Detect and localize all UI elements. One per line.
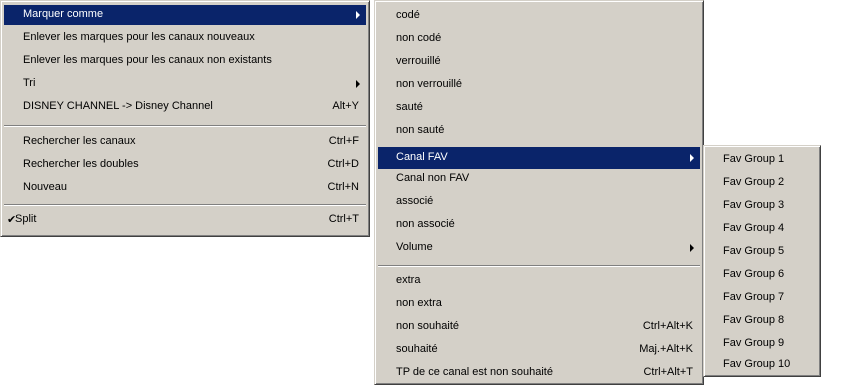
menu-item-label: Fav Group 8 xyxy=(723,314,785,326)
menu-item-fav-group-8[interactable]: Fav Group 8 xyxy=(707,311,817,331)
menu-item-shortcut: Ctrl+D xyxy=(327,158,359,170)
menu-item-enlever-marques-non-existants[interactable]: Enlever les marques pour les canaux non … xyxy=(4,51,366,71)
menu-item-label: Fav Group 6 xyxy=(723,268,785,280)
menu-item-verrouille[interactable]: verrouillé xyxy=(378,52,700,72)
menu-item-label: codé xyxy=(396,9,420,21)
menu-item-code[interactable]: codé xyxy=(378,6,700,26)
menu-item-fav-group-10[interactable]: Fav Group 10 xyxy=(707,355,817,375)
menu-item-label: Fav Group 4 xyxy=(723,222,785,234)
menu-item-label: DISNEY CHANNEL -> Disney Channel xyxy=(23,100,213,112)
menu-item-fav-group-6[interactable]: Fav Group 6 xyxy=(707,265,817,285)
menu-item-label: non associé xyxy=(396,218,455,230)
menu-item-disney-channel[interactable]: DISNEY CHANNEL -> Disney Channel Alt+Y xyxy=(4,97,366,117)
menu-item-shortcut: Ctrl+Alt+K xyxy=(642,320,693,332)
menu-item-label: Canal FAV xyxy=(396,151,448,163)
menu-item-non-extra[interactable]: non extra xyxy=(378,294,700,314)
menu-item-enlever-marques-nouveaux[interactable]: Enlever les marques pour les canaux nouv… xyxy=(4,28,366,48)
menu-item-souhaite[interactable]: souhaité Maj.+Alt+K xyxy=(378,340,700,360)
submenu-canal-fav: Fav Group 1 Fav Group 2 Fav Group 3 Fav … xyxy=(703,145,821,377)
submenu-arrow-icon xyxy=(690,244,694,252)
menu-item-fav-group-5[interactable]: Fav Group 5 xyxy=(707,242,817,262)
menu-item-canal-fav[interactable]: Canal FAV xyxy=(378,147,700,169)
menu-item-canal-non-fav[interactable]: Canal non FAV xyxy=(378,169,700,189)
menu-item-non-souhaite[interactable]: non souhaité Ctrl+Alt+K xyxy=(378,317,700,337)
menu-item-rechercher-canaux[interactable]: Rechercher les canaux Ctrl+F xyxy=(4,132,366,152)
menu-item-fav-group-1[interactable]: Fav Group 1 xyxy=(707,150,817,170)
menu-item-label: Canal non FAV xyxy=(396,172,470,184)
menu-item-saute[interactable]: sauté xyxy=(378,98,700,118)
menu-item-label: Nouveau xyxy=(23,181,68,193)
menu-item-label: Rechercher les canaux xyxy=(23,135,136,147)
menu-item-label: associé xyxy=(396,195,434,207)
menu-item-non-associe[interactable]: non associé xyxy=(378,215,700,235)
menu-item-label: Fav Group 10 xyxy=(723,358,791,370)
menu-item-associe[interactable]: associé xyxy=(378,192,700,212)
submenu-marquer-comme: codé non codé verrouillé non verrouillé … xyxy=(374,0,704,385)
menu-item-shortcut: Ctrl+Alt+T xyxy=(643,366,693,378)
menu-item-split[interactable]: ✔ Split Ctrl+T xyxy=(4,210,366,230)
menu-item-label: Fav Group 7 xyxy=(723,291,785,303)
menu-separator xyxy=(378,265,700,267)
menu-item-fav-group-3[interactable]: Fav Group 3 xyxy=(707,196,817,216)
menu-item-shortcut: Alt+Y xyxy=(332,100,359,112)
menu-item-label: Tri xyxy=(23,77,36,89)
menu-separator xyxy=(4,125,366,127)
menu-item-shortcut: Ctrl+T xyxy=(328,213,359,225)
menu-item-fav-group-2[interactable]: Fav Group 2 xyxy=(707,173,817,193)
menu-item-label: Enlever les marques pour les canaux nouv… xyxy=(23,31,255,43)
submenu-arrow-icon xyxy=(690,154,694,162)
menu-item-label: non codé xyxy=(396,32,442,44)
menu-item-shortcut: Ctrl+N xyxy=(327,181,359,193)
menu-item-nouveau[interactable]: Nouveau Ctrl+N xyxy=(4,178,366,198)
menu-item-non-code[interactable]: non codé xyxy=(378,29,700,49)
menu-item-label: verrouillé xyxy=(396,55,441,67)
menu-item-shortcut: Ctrl+F xyxy=(328,135,359,147)
menu-item-fav-group-7[interactable]: Fav Group 7 xyxy=(707,288,817,308)
menu-item-label: Volume xyxy=(396,241,433,253)
menu-item-label: non verrouillé xyxy=(396,78,463,90)
menu-item-rechercher-doubles[interactable]: Rechercher les doubles Ctrl+D xyxy=(4,155,366,175)
menu-item-label: Split xyxy=(15,213,37,225)
menu-item-extra[interactable]: extra xyxy=(378,271,700,291)
menu-item-label: Fav Group 9 xyxy=(723,337,785,349)
menu-item-tp-non-souhaite[interactable]: TP de ce canal est non souhaité Ctrl+Alt… xyxy=(378,363,700,383)
menu-item-label: sauté xyxy=(396,101,423,113)
menu-item-label: Marquer comme xyxy=(23,8,104,20)
menu-item-label: non extra xyxy=(396,297,442,309)
menu-item-label: non sauté xyxy=(396,124,445,136)
menu-item-label: Fav Group 5 xyxy=(723,245,785,257)
menu-item-label: TP de ce canal est non souhaité xyxy=(396,366,553,378)
menu-item-non-verrouille[interactable]: non verrouillé xyxy=(378,75,700,95)
submenu-arrow-icon xyxy=(356,11,360,19)
menu-item-marquer-comme[interactable]: Marquer comme xyxy=(4,5,366,25)
submenu-arrow-icon xyxy=(356,80,360,88)
menu-item-non-saute[interactable]: non sauté xyxy=(378,121,700,141)
menu-item-label: souhaité xyxy=(396,343,438,355)
menu-item-label: Rechercher les doubles xyxy=(23,158,139,170)
menu-item-shortcut: Maj.+Alt+K xyxy=(639,343,693,355)
menu-item-fav-group-4[interactable]: Fav Group 4 xyxy=(707,219,817,239)
context-menu-main: Marquer comme Enlever les marques pour l… xyxy=(0,0,370,237)
menu-separator xyxy=(4,204,366,206)
menu-item-label: Fav Group 1 xyxy=(723,153,785,165)
menu-item-volume[interactable]: Volume xyxy=(378,238,700,258)
menu-item-label: Fav Group 3 xyxy=(723,199,785,211)
menu-item-label: Fav Group 2 xyxy=(723,176,785,188)
menu-item-tri[interactable]: Tri xyxy=(4,74,366,94)
menu-item-label: extra xyxy=(396,274,421,286)
menu-item-label: non souhaité xyxy=(396,320,459,332)
menu-item-fav-group-9[interactable]: Fav Group 9 xyxy=(707,334,817,354)
menu-item-label: Enlever les marques pour les canaux non … xyxy=(23,54,272,66)
